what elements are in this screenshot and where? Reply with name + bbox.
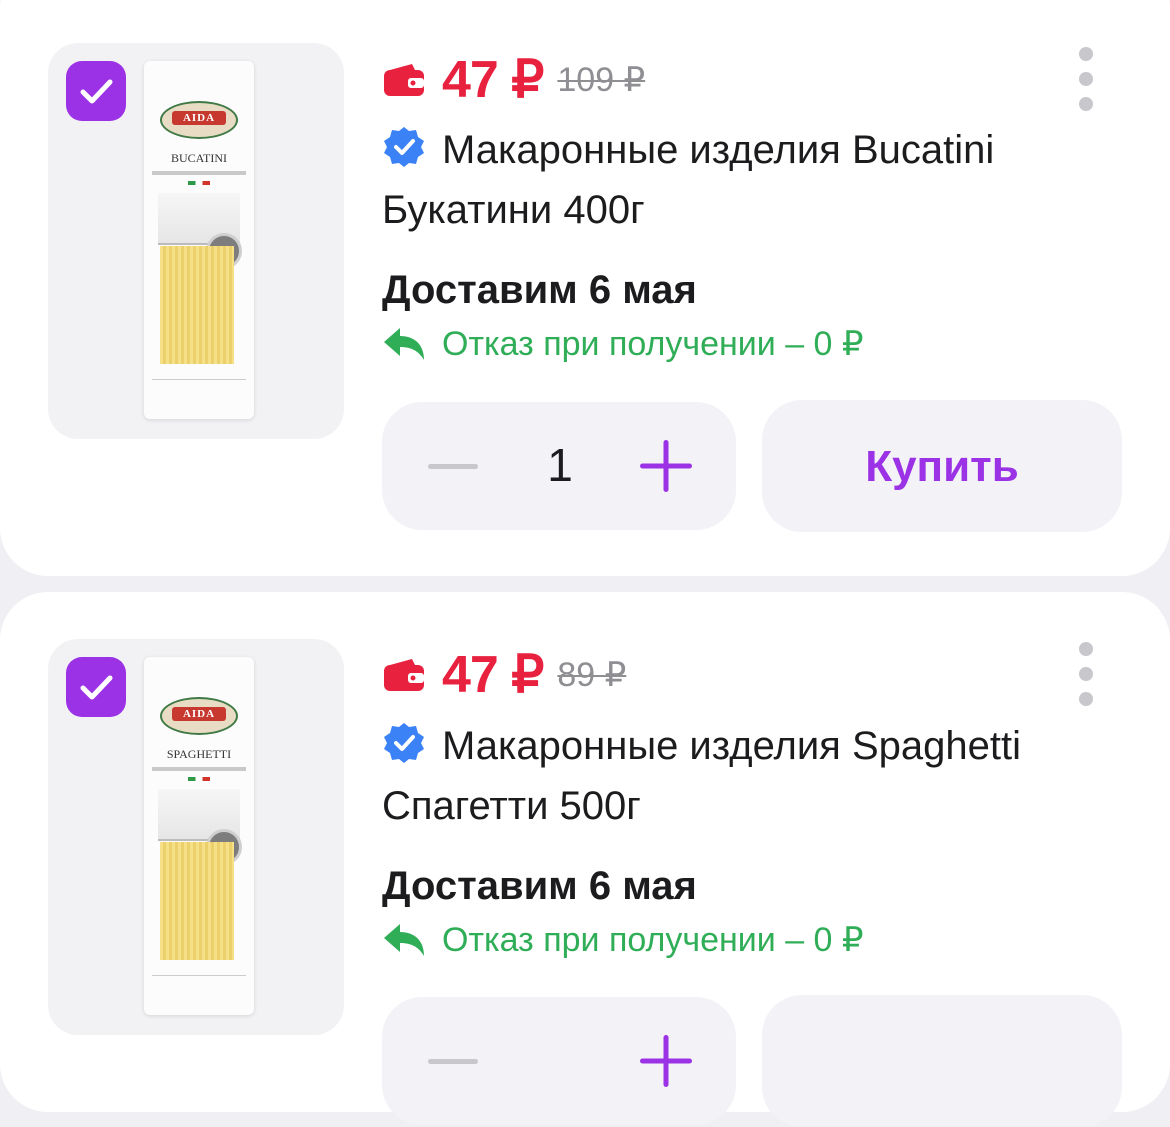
brand-logo: AIDA <box>160 697 238 735</box>
brand-logo-text: AIDA <box>172 707 226 721</box>
pasta-window <box>160 246 234 364</box>
more-vertical-icon[interactable] <box>1072 44 1100 114</box>
current-price: 47 ₽ <box>442 51 544 109</box>
verified-badge-icon <box>384 723 424 763</box>
product-title-text: Макаронные изделия Spaghetti Спагетти 50… <box>382 724 1021 828</box>
delivery-date: Доставим 6 мая <box>382 268 697 312</box>
old-price: 109 ₽ <box>557 61 646 99</box>
select-checkbox[interactable] <box>66 657 126 717</box>
product-image[interactable]: AIDA BUCATINI <box>48 43 344 439</box>
quantity-stepper: 1 <box>382 402 736 530</box>
brand-logo-text: AIDA <box>172 111 226 125</box>
select-checkbox[interactable] <box>66 61 126 121</box>
product-card: AIDA BUCATINI 47 ₽ 109 ₽ Макаронные изде… <box>0 0 1170 576</box>
package-subtitle-line <box>152 767 246 771</box>
checkmark-icon <box>80 675 113 700</box>
old-price: 89 ₽ <box>557 656 627 694</box>
checkmark-icon <box>80 79 113 104</box>
minus-icon[interactable] <box>426 446 480 486</box>
package-subtitle-line <box>152 171 246 175</box>
product-title-text: Макаронные изделия Bucatini Букатини 400… <box>382 128 995 232</box>
current-price: 47 ₽ <box>442 646 544 704</box>
pasta-package: AIDA BUCATINI <box>144 61 254 419</box>
pasta-package: AIDA SPAGHETTI <box>144 657 254 1015</box>
return-arrow-icon <box>384 328 424 360</box>
product-card: AIDA SPAGHETTI 47 ₽ 89 ₽ Макаронные изде… <box>0 592 1170 1127</box>
plus-icon[interactable] <box>638 1033 694 1089</box>
buy-button[interactable]: Купить <box>762 400 1122 532</box>
refusal-text: Отказ при получении – 0 ₽ <box>442 325 864 363</box>
minus-icon[interactable] <box>426 1041 480 1081</box>
package-name: BUCATINI <box>171 151 227 165</box>
price-row: 47 ₽ 109 ₽ <box>382 50 645 110</box>
package-footer <box>152 975 246 988</box>
product-image[interactable]: AIDA SPAGHETTI <box>48 639 344 1035</box>
italian-flag <box>188 181 210 185</box>
wallet-icon <box>384 64 424 96</box>
brand-logo: AIDA <box>160 101 238 139</box>
package-name: SPAGHETTI <box>166 747 232 761</box>
wallet-icon <box>384 659 424 691</box>
pasta-window <box>160 842 234 960</box>
refusal-text: Отказ при получении – 0 ₽ <box>442 921 864 959</box>
plus-icon[interactable] <box>638 438 694 494</box>
quantity-stepper <box>382 997 736 1125</box>
price-row: 47 ₽ 89 ₽ <box>382 645 626 705</box>
product-title[interactable]: Макаронные изделия Bucatini Букатини 400… <box>382 120 1122 240</box>
refusal-info: Отказ при получении – 0 ₽ <box>382 920 864 960</box>
italian-flag <box>188 777 210 781</box>
package-footer <box>152 379 246 392</box>
return-arrow-icon <box>384 924 424 956</box>
buy-button[interactable] <box>762 995 1122 1127</box>
quantity-value: 1 <box>547 439 573 491</box>
delivery-date: Доставим 6 мая <box>382 864 697 908</box>
more-vertical-icon[interactable] <box>1072 639 1100 709</box>
verified-badge-icon <box>384 127 424 167</box>
refusal-info: Отказ при получении – 0 ₽ <box>382 324 864 364</box>
product-title[interactable]: Макаронные изделия Spaghetti Спагетти 50… <box>382 716 1122 836</box>
